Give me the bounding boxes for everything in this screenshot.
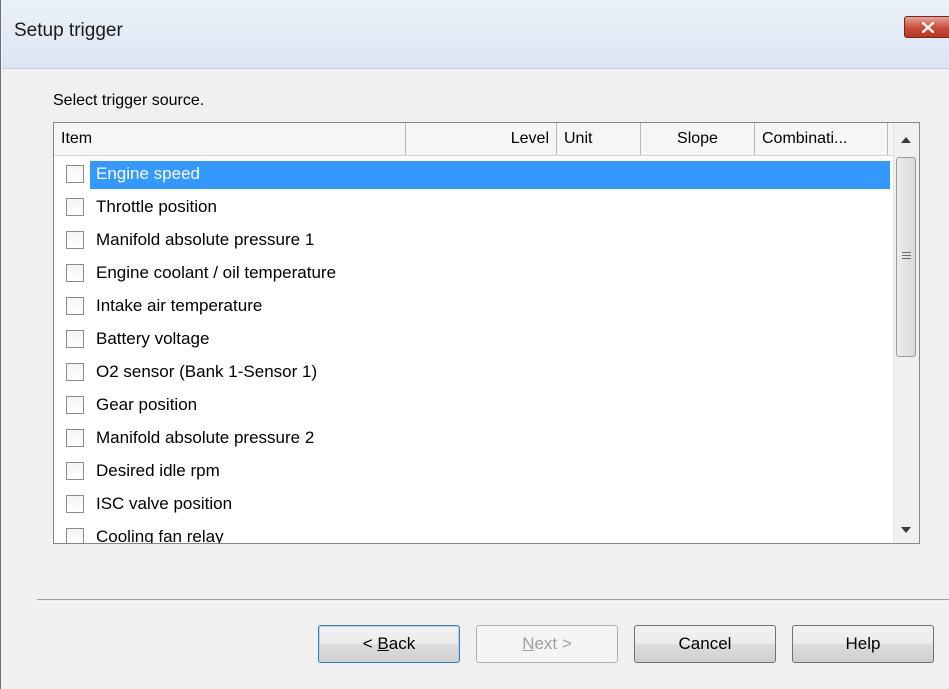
column-header-combination[interactable]: Combinati... [755, 123, 888, 155]
list-item[interactable]: Manifold absolute pressure 2 [54, 421, 894, 454]
list-item-label: Battery voltage [96, 329, 210, 348]
item-checkbox[interactable] [66, 330, 84, 348]
grip-line [902, 255, 911, 256]
list-item[interactable]: Engine speed [54, 157, 894, 190]
back-button[interactable]: < Back [318, 625, 460, 663]
column-header-level[interactable]: Level [406, 123, 557, 155]
list-item[interactable]: Cooling fan relay [54, 520, 894, 544]
list-item-label: Throttle position [96, 197, 217, 216]
cancel-button[interactable]: Cancel [634, 625, 776, 663]
grip-line [902, 258, 911, 259]
scroll-up-arrow-icon[interactable] [901, 137, 911, 143]
item-checkbox[interactable] [66, 165, 84, 183]
grip-line [902, 252, 911, 253]
item-checkbox[interactable] [66, 297, 84, 315]
title-bar[interactable]: Setup trigger [2, 0, 949, 69]
next-button[interactable]: Next > [476, 625, 618, 663]
item-checkbox[interactable] [66, 396, 84, 414]
item-checkbox[interactable] [66, 198, 84, 216]
item-checkbox[interactable] [66, 528, 84, 543]
trigger-source-list[interactable]: Item Level Unit Slope Combinati... Engin… [53, 122, 920, 544]
list-item-label: O2 sensor (Bank 1-Sensor 1) [96, 362, 318, 381]
help-button[interactable]: Help [792, 625, 934, 663]
item-checkbox[interactable] [66, 429, 84, 447]
item-checkbox[interactable] [66, 462, 84, 480]
column-header-unit[interactable]: Unit [557, 123, 641, 155]
list-item-label: Intake air temperature [96, 296, 263, 315]
list-item[interactable]: Throttle position [54, 190, 894, 223]
column-header-item[interactable]: Item [54, 123, 406, 155]
list-item-label: Engine speed [96, 164, 200, 183]
list-item[interactable]: Engine coolant / oil temperature [54, 256, 894, 289]
trigger-source-prompt: Select trigger source. [53, 92, 205, 109]
list-item[interactable]: Battery voltage [54, 322, 894, 355]
list-header: Item Level Unit Slope Combinati... [54, 123, 894, 156]
item-checkbox[interactable] [66, 363, 84, 381]
footer-divider [37, 599, 949, 603]
selection-highlight [90, 161, 890, 189]
list-item[interactable]: Desired idle rpm [54, 454, 894, 487]
list-item-label: Cooling fan relay [96, 527, 224, 544]
list-item-label: Engine coolant / oil temperature [96, 263, 337, 282]
list-item-label: Gear position [96, 395, 198, 414]
list-item-label: Manifold absolute pressure 1 [96, 230, 315, 249]
list-item[interactable]: O2 sensor (Bank 1-Sensor 1) [54, 355, 894, 388]
item-checkbox[interactable] [66, 264, 84, 282]
vertical-scrollbar[interactable] [893, 123, 919, 543]
list-item[interactable]: Intake air temperature [54, 289, 894, 322]
column-header-slope[interactable]: Slope [641, 123, 755, 155]
setup-trigger-dialog: Setup trigger Select trigger source. Ite… [0, 0, 949, 689]
list-item-label: Manifold absolute pressure 2 [96, 428, 315, 447]
window-title: Setup trigger [14, 20, 123, 41]
item-checkbox[interactable] [66, 495, 84, 513]
scroll-down-arrow-icon[interactable] [901, 527, 911, 533]
close-button[interactable] [904, 16, 949, 38]
list-item[interactable]: ISC valve position [54, 487, 894, 520]
list-item[interactable]: Gear position [54, 388, 894, 421]
item-checkbox[interactable] [66, 231, 84, 249]
scrollbar-thumb[interactable] [896, 157, 916, 357]
list-item-label: Desired idle rpm [96, 461, 220, 480]
list-item[interactable]: Manifold absolute pressure 1 [54, 223, 894, 256]
list-item-label: ISC valve position [96, 494, 233, 513]
close-icon [922, 22, 934, 33]
